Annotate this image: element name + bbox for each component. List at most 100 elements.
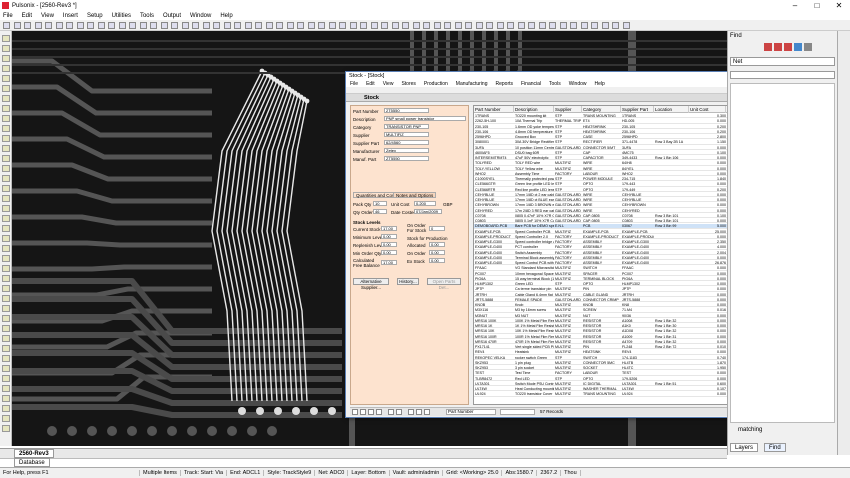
prev-record-button[interactable] <box>360 409 366 415</box>
tab-layers[interactable]: Layers <box>730 443 759 452</box>
column-header[interactable]: Supplier Part <box>621 106 654 113</box>
pack-qty-field[interactable]: 10 <box>373 201 387 206</box>
find-tool-icon[interactable] <box>784 43 792 51</box>
column-header[interactable]: Unit Cost <box>689 106 726 113</box>
allocated-field[interactable]: 0.00 <box>429 242 445 247</box>
minimum-level-field[interactable]: 0.00 <box>381 234 397 239</box>
toolbar-button-icon[interactable] <box>412 22 420 29</box>
tool-icon[interactable] <box>2 45 10 52</box>
column-header[interactable]: Location <box>654 106 689 113</box>
supplier-field[interactable]: MULTIFIZ <box>384 132 429 137</box>
toolbar-button-icon[interactable] <box>265 22 273 29</box>
toolbar-button-icon[interactable] <box>55 22 63 29</box>
history-button[interactable]: History... <box>397 278 419 285</box>
toolbar-button-icon[interactable] <box>580 22 588 29</box>
toolbar-button-icon[interactable] <box>66 22 73 29</box>
tool-icon[interactable] <box>2 275 10 282</box>
maximize-button[interactable]: □ <box>806 0 828 11</box>
toolbar-button-icon[interactable] <box>349 22 357 29</box>
tool-icon[interactable] <box>2 35 10 42</box>
toolbar-button-icon[interactable] <box>171 22 178 29</box>
nav-search-input[interactable] <box>500 409 535 415</box>
toolbar-button-icon[interactable] <box>381 22 388 29</box>
stock-menu-financial[interactable]: Financial <box>521 81 541 87</box>
tab-notes-options[interactable]: Notes and Options <box>393 192 437 198</box>
stock-menu-window[interactable]: Window <box>569 81 587 87</box>
tab-database[interactable]: Database <box>14 458 50 467</box>
stock-menu-stores[interactable]: Stores <box>401 81 415 87</box>
stock-menu-production[interactable]: Production <box>424 81 448 87</box>
column-header[interactable]: Category <box>582 106 621 113</box>
toolbar-button-icon[interactable] <box>118 22 126 29</box>
tool-icon[interactable] <box>2 65 10 72</box>
toolbar-button-icon[interactable] <box>517 22 525 29</box>
tool-icon[interactable] <box>2 265 10 272</box>
toolbar-button-icon[interactable] <box>150 22 157 29</box>
toolbar-button-icon[interactable] <box>391 22 399 29</box>
nav-search-field[interactable]: Part Number <box>446 409 496 415</box>
toolbar-button-icon[interactable] <box>622 22 630 29</box>
toolbar-button-icon[interactable] <box>244 22 252 29</box>
find-input[interactable] <box>730 71 835 79</box>
column-header[interactable]: Description <box>514 106 554 113</box>
tool-icon[interactable] <box>2 405 10 412</box>
tool-icon[interactable] <box>2 105 10 112</box>
delete-record-button[interactable] <box>396 409 402 415</box>
toolbar-button-icon[interactable] <box>528 22 535 29</box>
toolbar-button-icon[interactable] <box>591 22 598 29</box>
unit-cost-field[interactable]: 0.200 <box>414 201 436 206</box>
toolbar-button-icon[interactable] <box>475 22 483 29</box>
tool-icon[interactable] <box>2 185 10 192</box>
find-type-select[interactable]: Net <box>730 57 835 66</box>
ex-stock-field[interactable]: 0.00 <box>429 258 445 263</box>
tool-icon[interactable] <box>2 135 10 142</box>
tab-find[interactable]: Find <box>764 443 786 452</box>
find-results[interactable] <box>730 83 835 423</box>
tool-icon[interactable] <box>2 85 10 92</box>
toolbar-button-icon[interactable] <box>276 22 283 29</box>
date-costed-field[interactable]: 07/Jan/2009 <box>414 209 442 214</box>
toolbar-button-icon[interactable] <box>328 22 336 29</box>
tool-icon[interactable] <box>2 285 10 292</box>
toolbar-button-icon[interactable] <box>444 22 451 29</box>
tool-icon[interactable] <box>2 305 10 312</box>
toolbar-button-icon[interactable] <box>192 22 199 29</box>
toolbar-button-icon[interactable] <box>496 22 504 29</box>
tool-icon[interactable] <box>2 385 10 392</box>
stock-menu-help[interactable]: Help <box>595 81 605 87</box>
toolbar-button-icon[interactable] <box>76 22 84 29</box>
alternative-supplier-button[interactable]: Alternative Supplier... <box>353 278 389 290</box>
tool-icon[interactable] <box>2 205 10 212</box>
menu-utilities[interactable]: Utilities <box>112 13 131 19</box>
tab-design[interactable]: 2560-Rev3 <box>14 449 54 458</box>
first-record-button[interactable] <box>352 409 358 415</box>
toolbar-button-icon[interactable] <box>486 22 493 29</box>
tool-icon[interactable] <box>2 225 10 232</box>
menu-window[interactable]: Window <box>190 13 211 19</box>
tool-icon[interactable] <box>2 345 10 352</box>
tool-icon[interactable] <box>2 335 10 342</box>
toolbar-button-icon[interactable] <box>181 22 189 29</box>
toolbar-button-icon[interactable] <box>339 22 346 29</box>
menu-output[interactable]: Output <box>163 13 181 19</box>
tool-icon[interactable] <box>2 295 10 302</box>
find-tool-icon[interactable] <box>764 43 772 51</box>
tool-icon[interactable] <box>2 315 10 322</box>
toolbar-button-icon[interactable] <box>3 22 10 29</box>
toolbar-button-icon[interactable] <box>549 22 556 29</box>
column-header[interactable]: Supplier <box>554 106 582 113</box>
toolbar-button-icon[interactable] <box>97 22 105 29</box>
toolbar-button-icon[interactable] <box>87 22 94 29</box>
close-button[interactable]: ✕ <box>828 0 850 11</box>
toolbar-button-icon[interactable] <box>139 22 147 29</box>
toolbar-button-icon[interactable] <box>423 22 430 29</box>
tool-icon[interactable] <box>2 145 10 152</box>
tool-icon[interactable] <box>2 55 10 62</box>
tool-icon[interactable] <box>2 215 10 222</box>
toolbar-button-icon[interactable] <box>202 22 210 29</box>
toolbar-button-icon[interactable] <box>360 22 367 29</box>
open-parts-button[interactable]: Open Parts Det... <box>427 278 461 290</box>
toolbar-button-icon[interactable] <box>286 22 294 29</box>
toolbar-button-icon[interactable] <box>213 22 220 29</box>
tool-icon[interactable] <box>2 195 10 202</box>
